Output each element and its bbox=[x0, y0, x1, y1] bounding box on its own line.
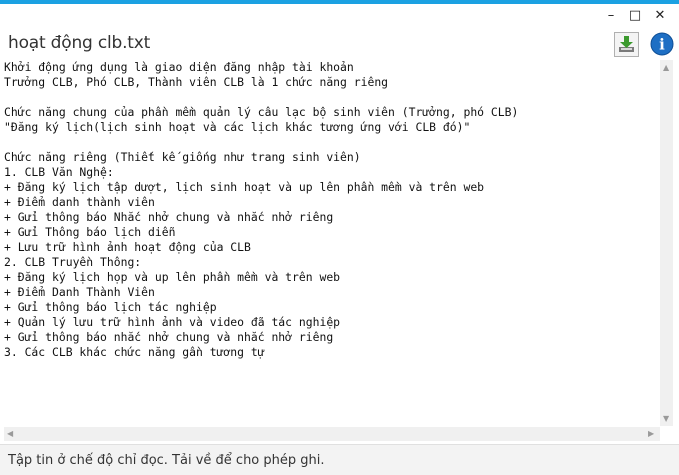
minimize-button[interactable]: – bbox=[600, 6, 622, 24]
scroll-left-icon[interactable]: ◀ bbox=[7, 429, 13, 439]
text-line: + Điểm Danh Thành Viên bbox=[4, 285, 155, 299]
text-content-area[interactable]: Khởi động ứng dụng là giao diện đăng nhậ… bbox=[4, 60, 660, 426]
text-line: 3. Các CLB khác chức năng gần tương tự bbox=[4, 345, 265, 359]
horizontal-scrollbar[interactable]: ◀ ▶ bbox=[4, 427, 660, 441]
close-button[interactable]: ✕ bbox=[649, 6, 671, 24]
text-line bbox=[4, 90, 660, 105]
text-line: + Điểm danh thành viên bbox=[4, 195, 155, 209]
window-accent-bar bbox=[0, 0, 679, 4]
text-line: Trưởng CLB, Phó CLB, Thành viên CLB là 1… bbox=[4, 75, 389, 89]
scroll-right-icon[interactable]: ▶ bbox=[648, 429, 654, 439]
close-icon: ✕ bbox=[654, 7, 666, 23]
document-title: hoạt động clb.txt bbox=[8, 33, 151, 53]
text-line: + Gửi thông báo Nhắc nhở chung và nhắc n… bbox=[4, 210, 334, 224]
minimize-icon: – bbox=[607, 7, 615, 23]
text-line: Chức năng chung của phần mềm quản lý câu… bbox=[4, 105, 519, 119]
maximize-button[interactable]: □ bbox=[624, 6, 646, 24]
status-text: Tập tin ở chế độ chỉ đọc. Tải về để cho … bbox=[8, 453, 325, 468]
text-line: Khởi động ứng dụng là giao diện đăng nhậ… bbox=[4, 60, 354, 74]
svg-text:i: i bbox=[659, 36, 665, 54]
text-line: + Lưu trữ hình ảnh hoạt động của CLB bbox=[4, 240, 251, 254]
text-line: + Gửi thông báo lịch tác nghiệp bbox=[4, 300, 217, 314]
text-line: 1. CLB Văn Nghệ: bbox=[4, 165, 114, 179]
text-line: + Quản lý lưu trữ hình ảnh và video đã t… bbox=[4, 315, 341, 329]
info-button[interactable]: i bbox=[650, 32, 674, 56]
scroll-down-icon[interactable]: ▼ bbox=[663, 414, 669, 424]
text-line: Chức năng riêng (Thiết kế giống như tran… bbox=[4, 150, 361, 164]
text-line bbox=[4, 135, 660, 150]
info-icon: i bbox=[650, 32, 674, 56]
vertical-scrollbar[interactable]: ▲ ▼ bbox=[660, 60, 673, 426]
download-button[interactable] bbox=[614, 32, 639, 57]
text-line: + Gửi thông báo nhắc nhở chung và nhắc n… bbox=[4, 330, 334, 344]
text-line: + Gửi Thông báo lịch diễn bbox=[4, 225, 176, 239]
maximize-icon: □ bbox=[628, 7, 642, 23]
scroll-up-icon[interactable]: ▲ bbox=[663, 63, 669, 73]
document-text: Khởi động ứng dụng là giao diện đăng nhậ… bbox=[4, 60, 660, 360]
download-icon bbox=[619, 36, 634, 52]
text-line: + Đăng ký lịch họp và up lên phần mềm và… bbox=[4, 270, 341, 284]
text-line: "Đăng ký lịch(lịch sinh hoạt và các lịch… bbox=[4, 120, 471, 134]
status-bar: Tập tin ở chế độ chỉ đọc. Tải về để cho … bbox=[0, 444, 679, 475]
text-line: + Đăng ký lịch tập dượt, lịch sinh hoạt … bbox=[4, 180, 485, 194]
text-line: 2. CLB Truyền Thông: bbox=[4, 255, 142, 269]
